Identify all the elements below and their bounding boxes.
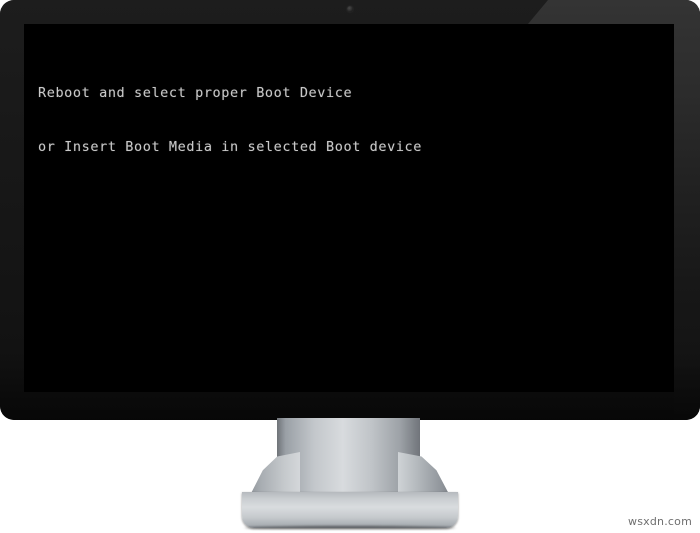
- screenshot-stage: Reboot and select proper Boot Device or …: [0, 0, 700, 533]
- watermark: wsxdn.com: [628, 515, 692, 528]
- monitor-screen: Reboot and select proper Boot Device or …: [24, 24, 674, 392]
- webcam-icon: [347, 6, 353, 12]
- monitor-frame: Reboot and select proper Boot Device or …: [0, 0, 700, 420]
- boot-error-line-1: Reboot and select proper Boot Device: [38, 85, 353, 101]
- boot-error-line-2: or Insert Boot Media in selected Boot de…: [38, 139, 423, 155]
- monitor-stand-base: [242, 492, 458, 528]
- boot-error-message: Reboot and select proper Boot Device or …: [38, 48, 422, 192]
- monitor-stand-shadow: [244, 526, 456, 530]
